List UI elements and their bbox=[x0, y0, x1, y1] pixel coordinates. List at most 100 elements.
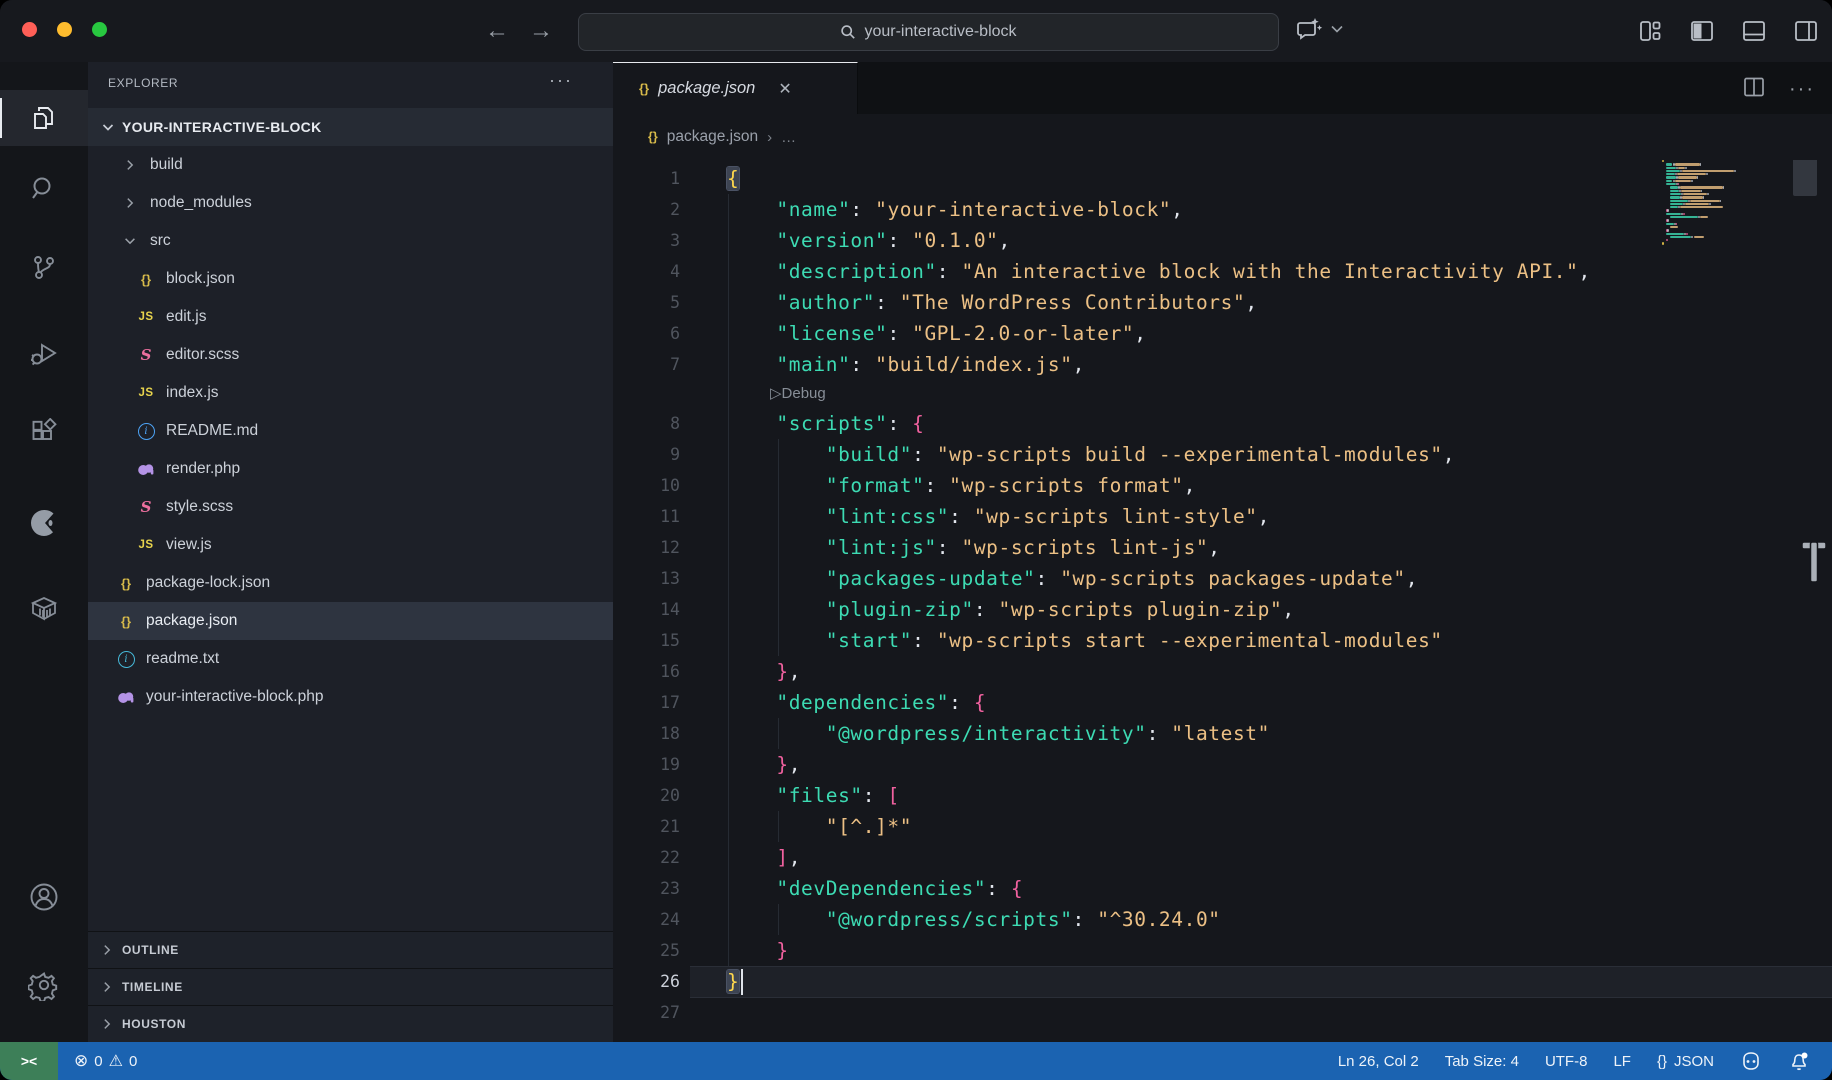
extensions-icon[interactable] bbox=[0, 405, 88, 461]
cursor-position-status[interactable]: Ln 26, Col 2 bbox=[1338, 1053, 1419, 1070]
tree-root-your-interactive-block[interactable]: YOUR-INTERACTIVE-BLOCK bbox=[88, 108, 613, 146]
code-line-13[interactable]: "packages-update": "wp-scripts packages-… bbox=[727, 563, 1418, 594]
code-line-12[interactable]: "lint:js": "wp-scripts lint-js", bbox=[727, 532, 1221, 563]
encoding-status[interactable]: UTF-8 bbox=[1545, 1053, 1588, 1070]
code-editor[interactable]: 1234567891011121314151617181920212223242… bbox=[613, 62, 1832, 1042]
language-mode-status[interactable]: {} JSON bbox=[1657, 1053, 1714, 1070]
breadcrumb[interactable]: {} package.json › … bbox=[613, 114, 1832, 160]
code-line-5[interactable]: "author": "The WordPress Contributors", bbox=[727, 287, 1258, 318]
file-item-package-json[interactable]: {}package.json bbox=[88, 602, 613, 640]
file-item-edit-js[interactable]: JSedit.js bbox=[88, 298, 613, 336]
code-line-7[interactable]: "main": "build/index.js", bbox=[727, 349, 1085, 380]
account-icon[interactable] bbox=[0, 869, 88, 925]
maximize-window-button[interactable] bbox=[92, 22, 107, 37]
section-timeline[interactable]: TIMELINE bbox=[88, 968, 613, 1005]
chevron-right-icon bbox=[100, 1017, 114, 1031]
code-line-19[interactable]: }, bbox=[727, 749, 801, 780]
explorer-icon[interactable] bbox=[0, 90, 88, 146]
code-line-6[interactable]: "license": "GPL-2.0-or-later", bbox=[727, 318, 1147, 349]
section-houston[interactable]: HOUSTON bbox=[88, 1005, 613, 1042]
line-number-12: 12 bbox=[613, 532, 680, 563]
settings-gear-icon[interactable] bbox=[0, 957, 88, 1013]
copilot-status-icon[interactable] bbox=[1740, 1050, 1762, 1072]
file-item-readme-md[interactable]: iREADME.md bbox=[88, 412, 613, 450]
file-label: package-lock.json bbox=[146, 574, 270, 592]
breadcrumb-more[interactable]: … bbox=[781, 129, 796, 146]
code-line-14[interactable]: "plugin-zip": "wp-scripts plugin-zip", bbox=[727, 594, 1295, 625]
toggle-panel-icon[interactable] bbox=[1740, 17, 1768, 45]
code-line-11[interactable]: "lint:css": "wp-scripts lint-style", bbox=[727, 501, 1270, 532]
line-number-27: 27 bbox=[613, 997, 680, 1028]
file-item-view-js[interactable]: JSview.js bbox=[88, 526, 613, 564]
code-line-1[interactable]: { bbox=[727, 163, 739, 194]
tab-size-status[interactable]: Tab Size: 4 bbox=[1445, 1053, 1519, 1070]
copilot-menu-button[interactable] bbox=[1295, 14, 1343, 44]
code-line-26[interactable]: } bbox=[727, 966, 739, 997]
file-label: package.json bbox=[146, 612, 237, 630]
section-outline[interactable]: OUTLINE bbox=[88, 931, 613, 968]
file-item-block-json[interactable]: {}block.json bbox=[88, 260, 613, 298]
minimap[interactable] bbox=[1662, 160, 1782, 249]
remote-indicator[interactable]: >< bbox=[0, 1042, 58, 1080]
code-line-2[interactable]: "name": "your-interactive-block", bbox=[727, 194, 1184, 225]
code-line-4[interactable]: "description": "An interactive block wit… bbox=[727, 256, 1591, 287]
file-item-package-lock-json[interactable]: {}package-lock.json bbox=[88, 564, 613, 602]
file-label: block.json bbox=[166, 270, 235, 288]
minimize-window-button[interactable] bbox=[57, 22, 72, 37]
file-item-your-interactive-block-php[interactable]: your-interactive-block.php bbox=[88, 678, 613, 716]
customize-layout-icon[interactable] bbox=[1636, 17, 1664, 45]
close-window-button[interactable] bbox=[22, 22, 37, 37]
line-number-9: 9 bbox=[613, 439, 680, 470]
editor-more-actions-icon[interactable]: ··· bbox=[1789, 78, 1815, 101]
file-item-build[interactable]: build bbox=[88, 146, 613, 184]
code-line-10[interactable]: "format": "wp-scripts format", bbox=[727, 470, 1196, 501]
file-item-index-js[interactable]: JSindex.js bbox=[88, 374, 613, 412]
code-line-21[interactable]: "[^.]*" bbox=[727, 811, 912, 842]
code-line-22[interactable]: ], bbox=[727, 842, 801, 873]
debug-codelens[interactable]: ▷Debug bbox=[770, 380, 826, 408]
code-line-23[interactable]: "devDependencies": { bbox=[727, 873, 1023, 904]
toggle-secondary-sidebar-icon[interactable] bbox=[1792, 17, 1820, 45]
file-item-render-php[interactable]: render.php bbox=[88, 450, 613, 488]
chevron-right-icon bbox=[100, 943, 114, 957]
notifications-bell-icon[interactable] bbox=[1788, 1050, 1810, 1072]
chevron-down-icon bbox=[1331, 25, 1343, 33]
file-item-readme-txt[interactable]: ireadme.txt bbox=[88, 640, 613, 678]
run-and-debug-icon[interactable] bbox=[0, 325, 88, 381]
tab-package-json[interactable]: {} package.json ✕ bbox=[613, 62, 858, 114]
split-editor-icon[interactable] bbox=[1741, 74, 1767, 100]
code-line-16[interactable]: }, bbox=[727, 656, 801, 687]
file-item-src[interactable]: src bbox=[88, 222, 613, 260]
file-item-editor-scss[interactable]: Seditor.scss bbox=[88, 336, 613, 374]
remote-icon: >< bbox=[21, 1053, 37, 1069]
code-line-18[interactable]: "@wordpress/interactivity": "latest" bbox=[727, 718, 1270, 749]
code-line-17[interactable]: "dependencies": { bbox=[727, 687, 986, 718]
json-file-icon: {} bbox=[639, 81, 649, 96]
line-number-16: 16 bbox=[613, 656, 680, 687]
title-bar: ← → your-interactive-block bbox=[0, 0, 1832, 63]
code-line-3[interactable]: "version": "0.1.0", bbox=[727, 225, 1011, 256]
explorer-more-actions-icon[interactable]: ··· bbox=[549, 70, 573, 91]
containers-icon[interactable] bbox=[0, 580, 88, 636]
code-line-24[interactable]: "@wordpress/scripts": "^30.24.0" bbox=[727, 904, 1221, 935]
line-number-10: 10 bbox=[613, 470, 680, 501]
playground-icon[interactable] bbox=[0, 495, 88, 551]
code-line-8[interactable]: "scripts": { bbox=[727, 408, 924, 439]
code-line-20[interactable]: "files": [ bbox=[727, 780, 900, 811]
problems-status[interactable]: ⊗ 0 ⚠ 0 bbox=[74, 1051, 137, 1071]
command-center-search[interactable]: your-interactive-block bbox=[578, 13, 1279, 51]
file-item-style-scss[interactable]: Sstyle.scss bbox=[88, 488, 613, 526]
toggle-primary-sidebar-icon[interactable] bbox=[1688, 17, 1716, 45]
code-line-9[interactable]: "build": "wp-scripts build --experimenta… bbox=[727, 439, 1455, 470]
breadcrumb-file[interactable]: package.json bbox=[667, 128, 758, 146]
file-item-node-modules[interactable]: node_modules bbox=[88, 184, 613, 222]
search-icon[interactable] bbox=[0, 161, 88, 217]
code-line-15[interactable]: "start": "wp-scripts start --experimenta… bbox=[727, 625, 1443, 656]
navigate-back-button[interactable]: ← bbox=[480, 14, 514, 48]
code-line-25[interactable]: } bbox=[727, 935, 789, 966]
eol-status[interactable]: LF bbox=[1613, 1053, 1631, 1070]
close-tab-icon[interactable]: ✕ bbox=[778, 79, 791, 99]
navigate-forward-button[interactable]: → bbox=[524, 14, 558, 48]
sass-file-icon: S bbox=[134, 498, 158, 516]
source-control-icon[interactable] bbox=[0, 239, 88, 295]
